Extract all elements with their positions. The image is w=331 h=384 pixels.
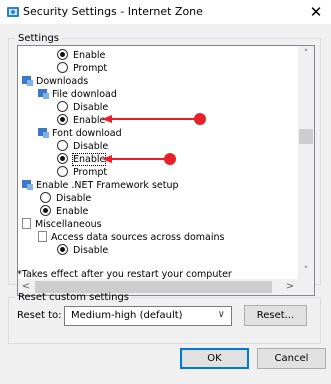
list-item[interactable]: Enable	[40, 205, 88, 218]
settings-legend: Settings	[18, 33, 60, 44]
reset-button[interactable]: Reset...	[244, 305, 307, 326]
settings-category-icon	[38, 128, 49, 138]
list-item[interactable]: Disable	[57, 244, 108, 257]
settings-category-icon	[22, 180, 33, 190]
list-item[interactable]: Enable	[57, 49, 105, 62]
radio-button[interactable]	[40, 192, 51, 203]
window-title: Security Settings - Internet Zone	[23, 5, 203, 18]
list-item: Font download	[38, 127, 122, 140]
reset-to-label: Reset to:	[17, 310, 62, 321]
annotation-arrow	[102, 113, 206, 125]
reset-legend: Reset custom settings	[18, 292, 129, 303]
restart-note: *Takes effect after you restart your com…	[17, 269, 232, 280]
chevron-down-icon: ∨	[217, 309, 225, 320]
list-item[interactable]: Enable	[57, 114, 105, 127]
scrollbar-thumb[interactable]	[299, 129, 313, 144]
list-item: Enable .NET Framework setup	[22, 179, 179, 192]
cancel-button[interactable]: Cancel	[257, 348, 326, 369]
ok-button[interactable]: OK	[180, 348, 249, 369]
radio-button[interactable]	[57, 166, 68, 177]
radio-button[interactable]	[57, 101, 68, 112]
list-item[interactable]: Prompt	[57, 166, 107, 179]
radio-button[interactable]	[57, 244, 68, 255]
radio-button[interactable]	[57, 153, 68, 164]
close-button[interactable]: ✕	[301, 0, 331, 24]
document-icon	[22, 218, 31, 229]
settings-category-icon	[22, 76, 33, 86]
list-item: Miscellaneous	[22, 218, 102, 231]
radio-button[interactable]	[40, 205, 51, 216]
list-item: Downloads	[22, 75, 88, 88]
chevron-up-icon[interactable]: ˄	[298, 46, 314, 62]
vertical-scrollbar[interactable]: ˄ ˅	[298, 46, 314, 279]
list-item: Access data sources across domains	[38, 231, 224, 244]
list-item[interactable]: Disable	[40, 192, 91, 205]
list-item: File download	[38, 88, 117, 101]
dropdown-value: Medium-high (default)	[71, 310, 183, 321]
radio-button[interactable]	[57, 49, 68, 60]
title-bar: Security Settings - Internet Zone ✕	[0, 0, 331, 24]
list-item[interactable]: Enable	[57, 153, 107, 166]
document-icon	[38, 231, 47, 242]
shield-settings-icon	[7, 7, 19, 17]
radio-button[interactable]	[57, 140, 68, 151]
settings-list[interactable]: Enable Prompt Downloads File download Di…	[17, 45, 315, 296]
list-item[interactable]: Prompt	[57, 62, 107, 75]
security-level-dropdown[interactable]: Medium-high (default) ∨	[64, 306, 232, 326]
settings-category-icon	[38, 89, 49, 99]
radio-button[interactable]	[57, 114, 68, 125]
annotation-arrow	[102, 153, 176, 165]
chevron-down-icon[interactable]: ˅	[298, 263, 314, 279]
radio-button[interactable]	[57, 62, 68, 73]
